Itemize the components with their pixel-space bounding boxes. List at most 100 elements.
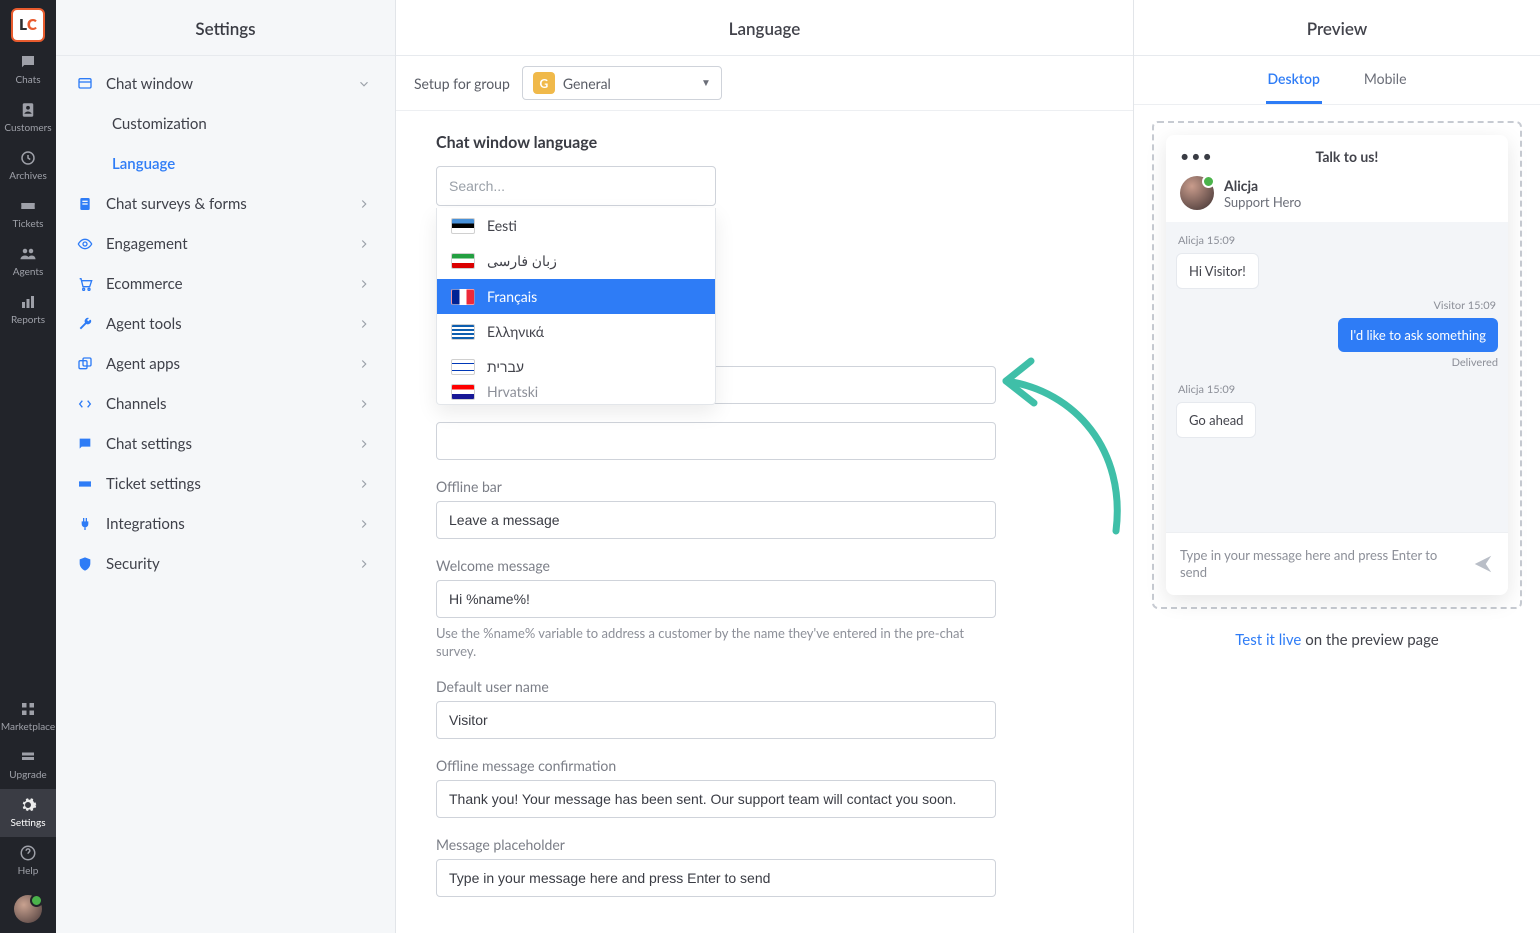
language-search-input[interactable] [436,166,716,206]
editor-pane: Language Setup for group G General ▼ Cha… [396,0,1134,933]
group-select-value: General [563,75,693,92]
sidebar-item-chat-window[interactable]: Chat window [66,64,385,104]
sidebar-sub-customization[interactable]: Customization [112,104,385,144]
chat-widget-title: Talk to us! [1200,148,1494,165]
language-dropdown: Eesti زبان فارسی Français Ελληνικά [436,208,716,405]
flag-ee-icon [451,218,475,234]
tab-mobile[interactable]: Mobile [1362,56,1409,104]
group-setup-bar: Setup for group G General ▼ [396,56,1133,111]
rail-customers[interactable]: Customers [0,94,56,142]
reports-icon [18,292,38,312]
agent-role: Support Hero [1224,194,1301,210]
message-placeholder-input[interactable] [436,859,996,897]
chevron-right-icon [357,397,371,411]
language-option-greek[interactable]: Ελληνικά [437,314,715,349]
default-user-name-input[interactable] [436,701,996,739]
send-icon[interactable] [1472,553,1494,575]
chevron-right-icon [357,557,371,571]
language-option-hrvatski[interactable]: Hrvatski [437,384,715,404]
rail-settings[interactable]: Settings [0,789,56,837]
sidebar-item-surveys[interactable]: Chat surveys & forms [66,184,385,224]
welcome-message-input[interactable] [436,580,996,618]
cart-icon [76,275,94,293]
tab-desktop[interactable]: Desktop [1266,56,1322,104]
message-placeholder-label: Message placeholder [436,836,1093,853]
language-option-hebrew[interactable]: עברית [437,349,715,384]
preview-title: Preview [1134,0,1540,56]
sidebar-item-ecommerce[interactable]: Ecommerce [66,264,385,304]
test-live-line: Test it live on the preview page [1152,631,1522,649]
welcome-message-hint: Use the %name% variable to address a cus… [436,624,996,660]
upgrade-icon [18,747,38,767]
chat-input-placeholder[interactable]: Type in your message here and press Ente… [1180,547,1462,581]
chevron-right-icon [357,237,371,251]
preview-tabs: Desktop Mobile [1134,56,1540,105]
chevron-right-icon [357,197,371,211]
rail-reports[interactable]: Reports [0,286,56,334]
chat-settings-icon [76,435,94,453]
rail-agents[interactable]: Agents [0,238,56,286]
rail-label: Reports [11,314,45,326]
language-option-eesti[interactable]: Eesti [437,208,715,243]
message-meta: Alicja 15:09 [1178,234,1496,247]
sidebar-item-label: Chat surveys & forms [106,195,345,213]
chevron-right-icon [357,277,371,291]
language-option-label: Eesti [487,217,517,234]
language-option-francais[interactable]: Français [437,279,715,314]
sidebar-item-engagement[interactable]: Engagement [66,224,385,264]
sidebar-item-chat-settings[interactable]: Chat settings [66,424,385,464]
rail-upgrade[interactable]: Upgrade [0,741,56,789]
rail-tickets[interactable]: Tickets [0,190,56,238]
message-meta: Visitor 15:09 [1178,299,1496,312]
eye-icon [76,235,94,253]
group-badge: G [533,72,555,94]
plug-icon [76,515,94,533]
settings-title: Settings [56,0,395,56]
sidebar-item-security[interactable]: Security [66,544,385,584]
offline-confirm-input[interactable] [436,780,996,818]
nav-rail: LC Chats Customers Archives Tickets Agen… [0,0,56,933]
sidebar-item-label: Chat settings [106,435,345,453]
offline-bar-input-above[interactable] [436,422,996,460]
sidebar-item-label: Channels [106,395,345,413]
customers-icon [18,100,38,120]
ticket-settings-icon [76,475,94,493]
offline-bar-input[interactable] [436,501,996,539]
flag-gr-icon [451,324,475,340]
agent-message: Go ahead [1176,402,1256,438]
rail-archives[interactable]: Archives [0,142,56,190]
help-icon [18,843,38,863]
rail-help[interactable]: Help [0,837,56,885]
sidebar-item-channels[interactable]: Channels [66,384,385,424]
rail-label: Marketplace [1,721,55,733]
current-user-avatar[interactable] [14,895,42,923]
offline-confirm-label: Offline message confirmation [436,757,1093,774]
language-option-farsi[interactable]: زبان فارسی [437,243,715,279]
rail-chats[interactable]: Chats [0,46,56,94]
sidebar-item-agent-apps[interactable]: Agent apps [66,344,385,384]
rail-label: Upgrade [9,769,46,781]
chat-icon [18,52,38,72]
default-user-name-label: Default user name [436,678,1093,695]
rail-label: Help [18,865,39,877]
test-live-link[interactable]: Test it live [1235,631,1301,649]
rail-label: Settings [10,817,45,829]
chevron-right-icon [357,357,371,371]
sidebar-item-integrations[interactable]: Integrations [66,504,385,544]
tickets-icon [18,196,38,216]
rail-label: Tickets [12,218,43,230]
marketplace-icon [18,699,38,719]
preview-pane: Preview Desktop Mobile ••• Talk to us! [1134,0,1540,933]
group-select[interactable]: G General ▼ [522,66,722,100]
sidebar-item-ticket-settings[interactable]: Ticket settings [66,464,385,504]
language-option-label: Français [487,288,537,305]
rail-marketplace[interactable]: Marketplace [0,693,56,741]
chevron-down-icon [357,77,371,91]
window-icon [76,75,94,93]
sidebar-item-agent-tools[interactable]: Agent tools [66,304,385,344]
wrench-icon [76,315,94,333]
sidebar-item-label: Agent apps [106,355,345,373]
sidebar-sub-language[interactable]: Language [112,144,385,184]
chevron-right-icon [357,477,371,491]
sidebar-item-label: Chat window [106,75,345,93]
